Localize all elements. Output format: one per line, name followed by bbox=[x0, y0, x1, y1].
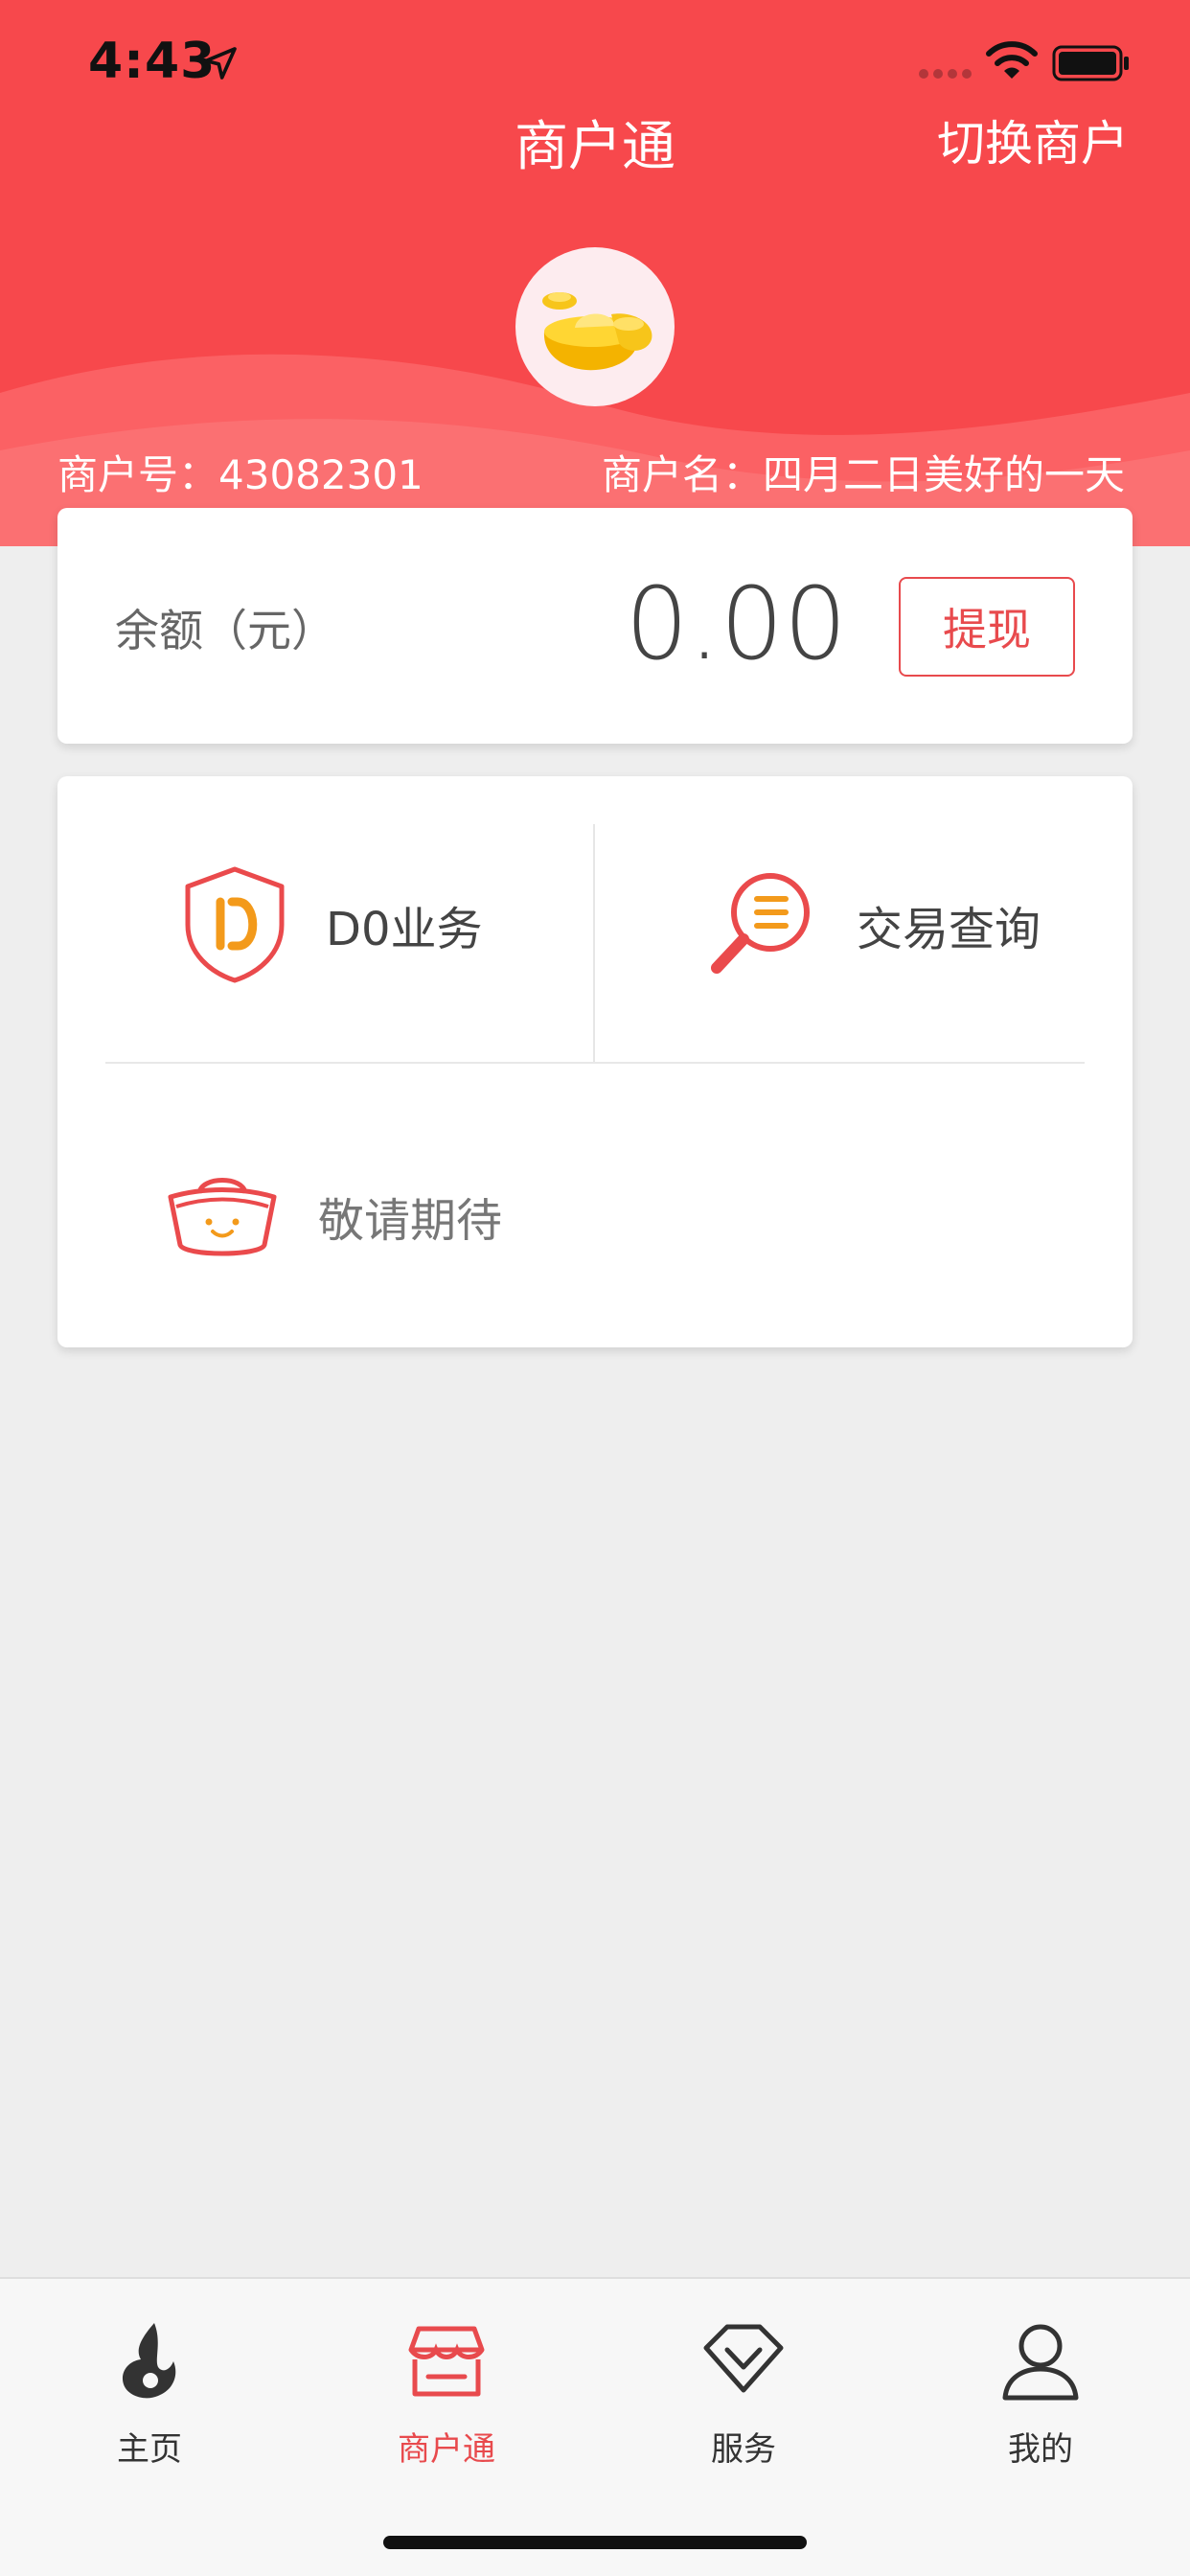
tab-home-label: 主页 bbox=[117, 2430, 182, 2469]
tab-bar: 主页 商户通 服务 我的 bbox=[0, 2277, 1190, 2576]
merchant-screen: 4:43 商户通 切换商户 商户号：43082301 商户名：四月二日美好的一天… bbox=[0, 0, 1190, 2576]
merchant-number: 商户号：43082301 bbox=[57, 451, 423, 498]
diamond-icon bbox=[703, 2324, 784, 2393]
user-profile-icon bbox=[1002, 2324, 1079, 2401]
services-card: D0业务 交易查询 敬请期待 bbox=[57, 776, 1133, 1347]
flame-home-icon bbox=[122, 2323, 176, 2399]
header: 4:43 商户通 切换商户 商户号：43082301 商户名：四月二日美好的一天 bbox=[0, 0, 1190, 546]
tab-merchant[interactable]: 商户通 bbox=[351, 2317, 542, 2470]
balance-card: 余额（元） 0.00 提现 bbox=[57, 508, 1133, 744]
storefront-icon bbox=[408, 2326, 485, 2397]
gold-ingot-icon bbox=[542, 292, 652, 371]
service-d0-label: D0业务 bbox=[326, 903, 483, 956]
wifi-icon bbox=[986, 41, 1038, 79]
balance-value: 0.00 bbox=[625, 565, 847, 682]
vertical-divider bbox=[593, 824, 595, 1062]
tab-mine-label: 我的 bbox=[1008, 2430, 1073, 2469]
d0-shield-icon bbox=[185, 866, 285, 983]
tab-merchant-label: 商户通 bbox=[398, 2430, 495, 2469]
merchant-name: 商户名：四月二日美好的一天 bbox=[601, 451, 1125, 498]
service-coming-soon[interactable]: 敬请期待 bbox=[165, 1154, 502, 1278]
location-arrow-icon bbox=[204, 47, 237, 80]
home-indicator[interactable] bbox=[383, 2536, 807, 2549]
tab-services[interactable]: 服务 bbox=[648, 2317, 839, 2470]
tab-mine[interactable]: 我的 bbox=[945, 2317, 1136, 2470]
horizontal-divider bbox=[105, 1062, 1085, 1064]
service-d0[interactable]: D0业务 bbox=[182, 862, 483, 987]
service-query-label: 交易查询 bbox=[857, 903, 1041, 956]
service-transaction-query[interactable]: 交易查询 bbox=[705, 862, 1041, 987]
merchant-avatar[interactable] bbox=[515, 247, 675, 406]
tab-services-label: 服务 bbox=[711, 2430, 776, 2469]
cellular-signal-icon bbox=[919, 69, 972, 79]
status-time: 4:43 bbox=[88, 33, 217, 90]
switch-merchant-button[interactable]: 切换商户 bbox=[937, 105, 1129, 174]
battery-icon bbox=[1052, 45, 1129, 81]
balance-label: 余额（元） bbox=[115, 605, 335, 656]
withdraw-button[interactable]: 提现 bbox=[899, 577, 1075, 677]
coming-soon-basket-icon bbox=[168, 1178, 277, 1256]
search-magnifier-icon bbox=[711, 873, 810, 974]
tab-home[interactable]: 主页 bbox=[54, 2317, 245, 2470]
service-coming-soon-label: 敬请期待 bbox=[318, 1194, 503, 1248]
